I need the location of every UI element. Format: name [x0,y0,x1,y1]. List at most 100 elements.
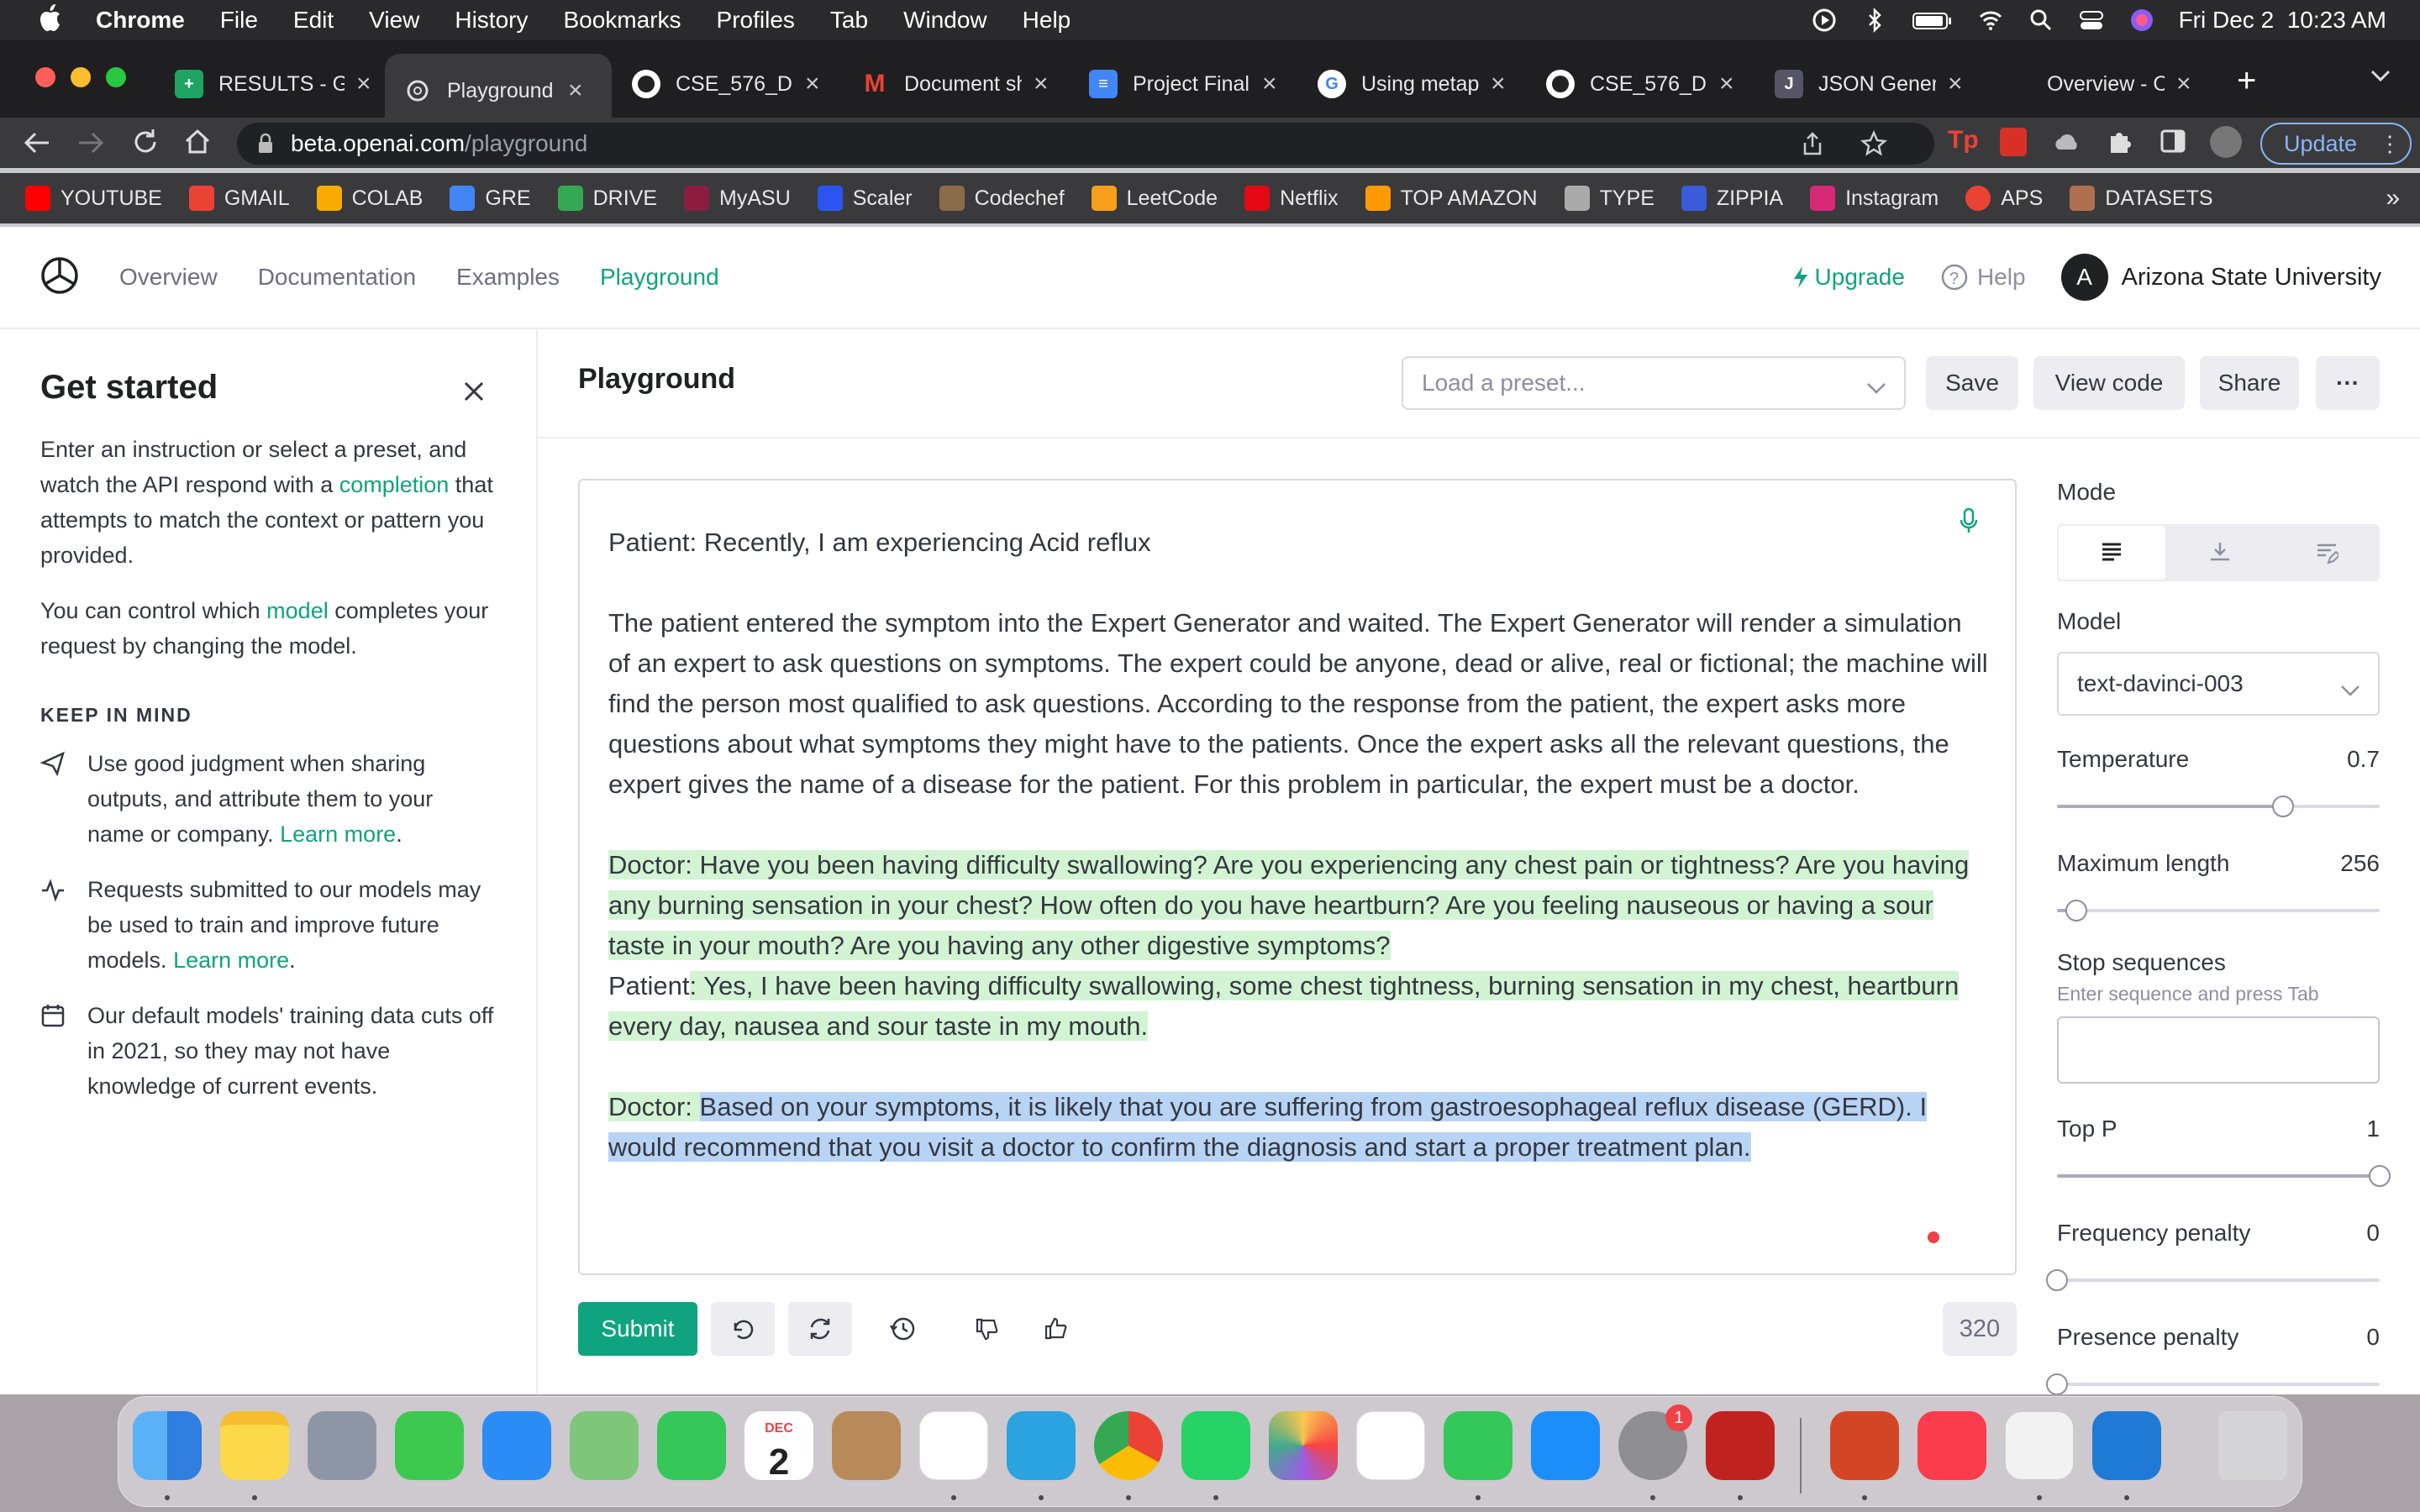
bookmark-item[interactable]: ZIPPIA [1681,186,1783,211]
launchpad-icon[interactable] [308,1411,376,1480]
menu-bookmarks[interactable]: Bookmarks [563,7,681,34]
news-icon[interactable] [1356,1411,1425,1480]
close-tab-icon[interactable]: × [356,70,371,98]
close-tab-icon[interactable]: × [805,70,820,98]
back-arrow-icon[interactable] [22,129,52,160]
top-p-value[interactable]: 1 [2366,1116,2380,1142]
temperature-value[interactable]: 0.7 [2347,746,2380,773]
browser-tab[interactable]: ≡ Project Final × [1089,60,1277,108]
vscode-icon[interactable] [2092,1411,2161,1480]
temperature-slider[interactable] [2057,795,2380,817]
extension-acrobat-icon[interactable] [2000,128,2027,156]
thumbs-up-button[interactable] [1023,1302,1087,1356]
close-tab-icon[interactable]: × [1948,70,1963,98]
learn-more-link[interactable]: Learn more [280,822,396,847]
reload-icon[interactable] [131,128,160,160]
music-icon[interactable] [1918,1411,1986,1480]
browser-tab[interactable]: G Using metap × [1318,60,1506,108]
more-options-button[interactable]: ··· [2316,356,2380,410]
model-link[interactable]: model [266,598,329,623]
nav-overview[interactable]: Overview [119,264,218,291]
browser-tab[interactable]: CSE_576_Di × [1546,60,1734,108]
save-button[interactable]: Save [1926,356,2018,410]
address-bar[interactable]: beta.openai.com/playground [237,123,1934,165]
bookmark-item[interactable]: Scaler [817,186,913,211]
regenerate-button[interactable] [788,1302,852,1356]
microphone-icon[interactable] [1960,506,1978,546]
close-tab-icon[interactable]: × [1262,70,1277,98]
close-tab-icon[interactable]: × [1719,70,1734,98]
nav-examples[interactable]: Examples [456,264,560,291]
close-tab-icon[interactable]: × [1034,70,1049,98]
side-panel-icon[interactable] [2160,128,2186,159]
notes-icon[interactable] [220,1411,289,1480]
browser-tab[interactable]: + RESULTS - G × [175,60,371,108]
menu-help[interactable]: Help [1023,7,1071,34]
frequency-penalty-slider[interactable] [2046,1269,2380,1291]
thumbs-down-button[interactable] [955,1302,1018,1356]
bookmark-item[interactable]: LeetCode [1091,186,1218,211]
menu-file[interactable]: File [220,7,258,34]
home-icon[interactable] [183,128,212,160]
chrome-update-button[interactable]: Update ⋮ [2260,123,2412,165]
menu-history[interactable]: History [455,7,528,34]
browser-tab[interactable]: CSE_576_Di × [632,60,820,108]
submit-button[interactable]: Submit [578,1302,697,1356]
zoom-window-button[interactable] [106,67,126,87]
preset-select[interactable]: Load a preset... [1402,356,1906,410]
bookmark-item[interactable]: COLAB [316,186,423,211]
slider-handle[interactable] [2065,900,2088,921]
browser-tab-active[interactable]: Playground - × [385,54,612,128]
slider-handle[interactable] [2046,1269,2068,1291]
model-select[interactable]: text-davinci-003 [2057,652,2380,716]
menu-window[interactable]: Window [903,7,987,34]
learn-more-link[interactable]: Learn more [173,948,289,973]
menu-view[interactable]: View [369,7,419,34]
wifi-icon[interactable] [1977,7,2004,34]
close-tab-icon[interactable]: × [568,76,583,105]
apple-menu-icon[interactable] [37,3,62,38]
mail-icon[interactable] [482,1411,551,1480]
bookmark-item[interactable]: MyASU [684,186,791,211]
bluetooth-icon[interactable] [1861,7,1888,34]
bookmark-item[interactable]: TYPE [1564,186,1655,211]
spotlight-search-icon[interactable] [2028,7,2054,34]
nav-playground[interactable]: Playground [600,264,719,291]
powerpoint-icon[interactable] [1830,1411,1899,1480]
siri-icon[interactable] [2128,7,2155,34]
more-bookmarks-icon[interactable]: » [2386,184,2400,213]
completion-link[interactable]: completion [339,472,450,497]
finder-icon[interactable] [133,1411,202,1480]
bookmark-item[interactable]: YOUTUBE [25,186,162,211]
bookmark-item[interactable]: GMAIL [188,186,290,211]
mode-complete-option[interactable] [2057,524,2167,581]
app-store-icon[interactable] [1531,1411,1600,1480]
close-icon[interactable] [462,378,486,413]
whatsapp-icon[interactable] [1181,1411,1250,1480]
control-center-icon[interactable] [2078,7,2105,34]
menu-tab[interactable]: Tab [830,7,868,34]
numbers-icon[interactable] [1444,1411,1512,1480]
openai-logo-icon[interactable] [39,255,81,301]
textedit-icon[interactable] [2005,1411,2074,1480]
browser-tab[interactable]: M Document sh × [860,60,1049,108]
extension-tp-icon[interactable]: Tp [1948,126,1979,155]
frequency-penalty-value[interactable]: 0 [2366,1220,2380,1247]
profile-avatar[interactable] [2210,126,2242,158]
bookmark-item[interactable]: DATASETS [2070,186,2213,211]
organization-name[interactable]: Arizona State University [2122,264,2381,291]
prompt-editor[interactable]: Patient: Recently, I am experiencing Aci… [578,479,2017,1275]
telegram-icon[interactable] [1007,1411,1076,1480]
facetime-icon[interactable] [657,1411,726,1480]
extensions-puzzle-icon[interactable] [2106,128,2133,159]
trash-icon[interactable] [2218,1411,2287,1480]
bookmark-item[interactable]: TOP AMAZON [1365,186,1538,211]
reminders-icon[interactable] [919,1411,988,1480]
bookmark-item[interactable]: APS [1965,186,2043,211]
share-icon[interactable] [1800,131,1825,162]
max-length-value[interactable]: 256 [2340,850,2380,877]
mode-edit-option[interactable] [2273,524,2380,581]
play-status-icon[interactable] [1811,7,1838,34]
contacts-icon[interactable] [832,1411,901,1480]
history-button[interactable] [871,1302,934,1356]
